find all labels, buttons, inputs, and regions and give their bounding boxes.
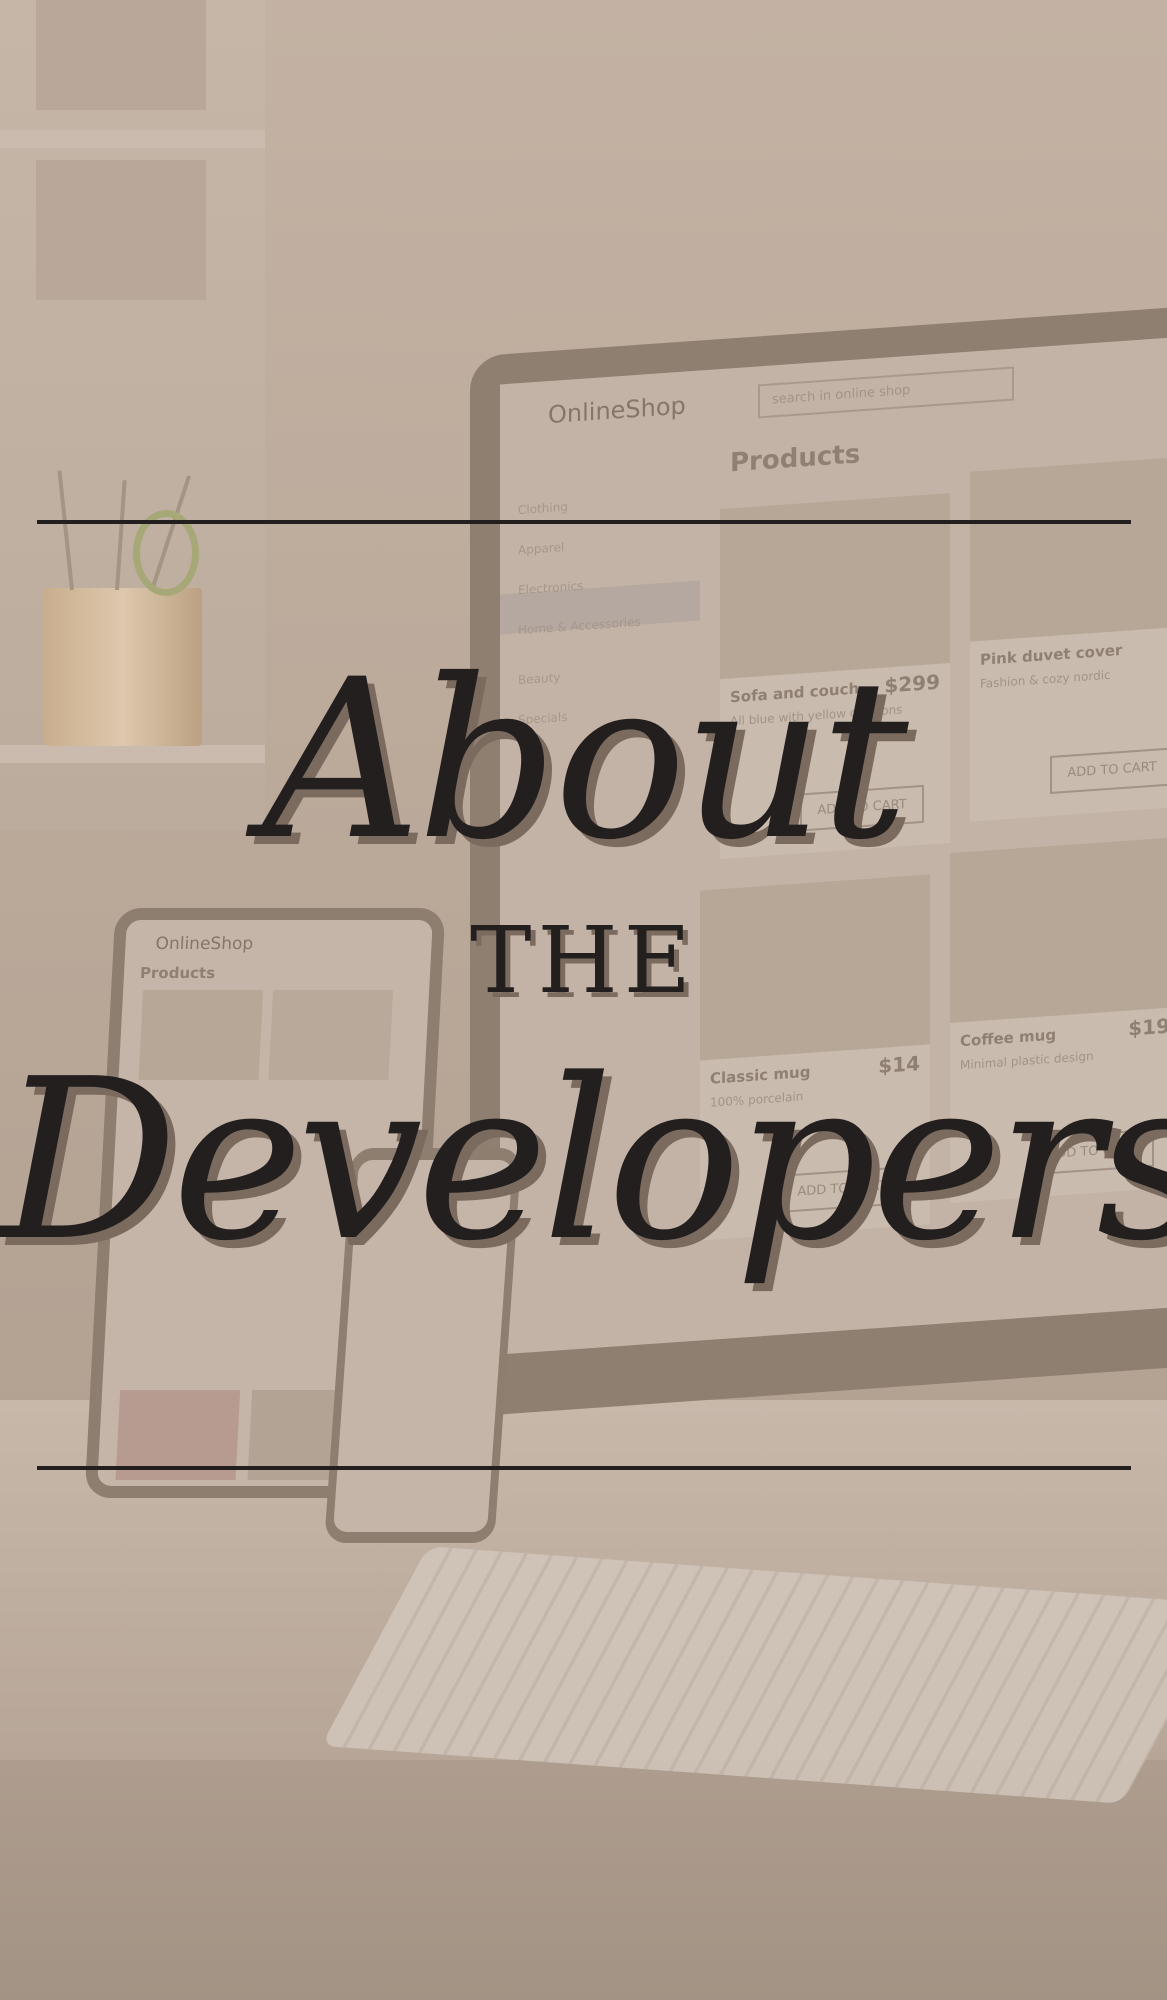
products-heading: Products xyxy=(730,439,861,479)
search-box: search in online shop xyxy=(758,366,1014,419)
desk-edge xyxy=(0,1760,1167,2000)
top-divider xyxy=(37,520,1131,524)
product-photo xyxy=(970,455,1167,642)
category-item: Apparel xyxy=(518,539,565,558)
shop-logo: OnlineShop xyxy=(548,391,686,430)
title-developers: Developers xyxy=(0,1032,1167,1290)
category-item: Clothing xyxy=(518,499,568,518)
bottom-divider xyxy=(37,1466,1131,1470)
title-the: THE xyxy=(470,907,697,1014)
shelf-panel xyxy=(36,0,206,110)
title-about: About xyxy=(262,632,908,888)
shelf-board xyxy=(0,130,265,148)
shelf-panel xyxy=(36,160,206,300)
